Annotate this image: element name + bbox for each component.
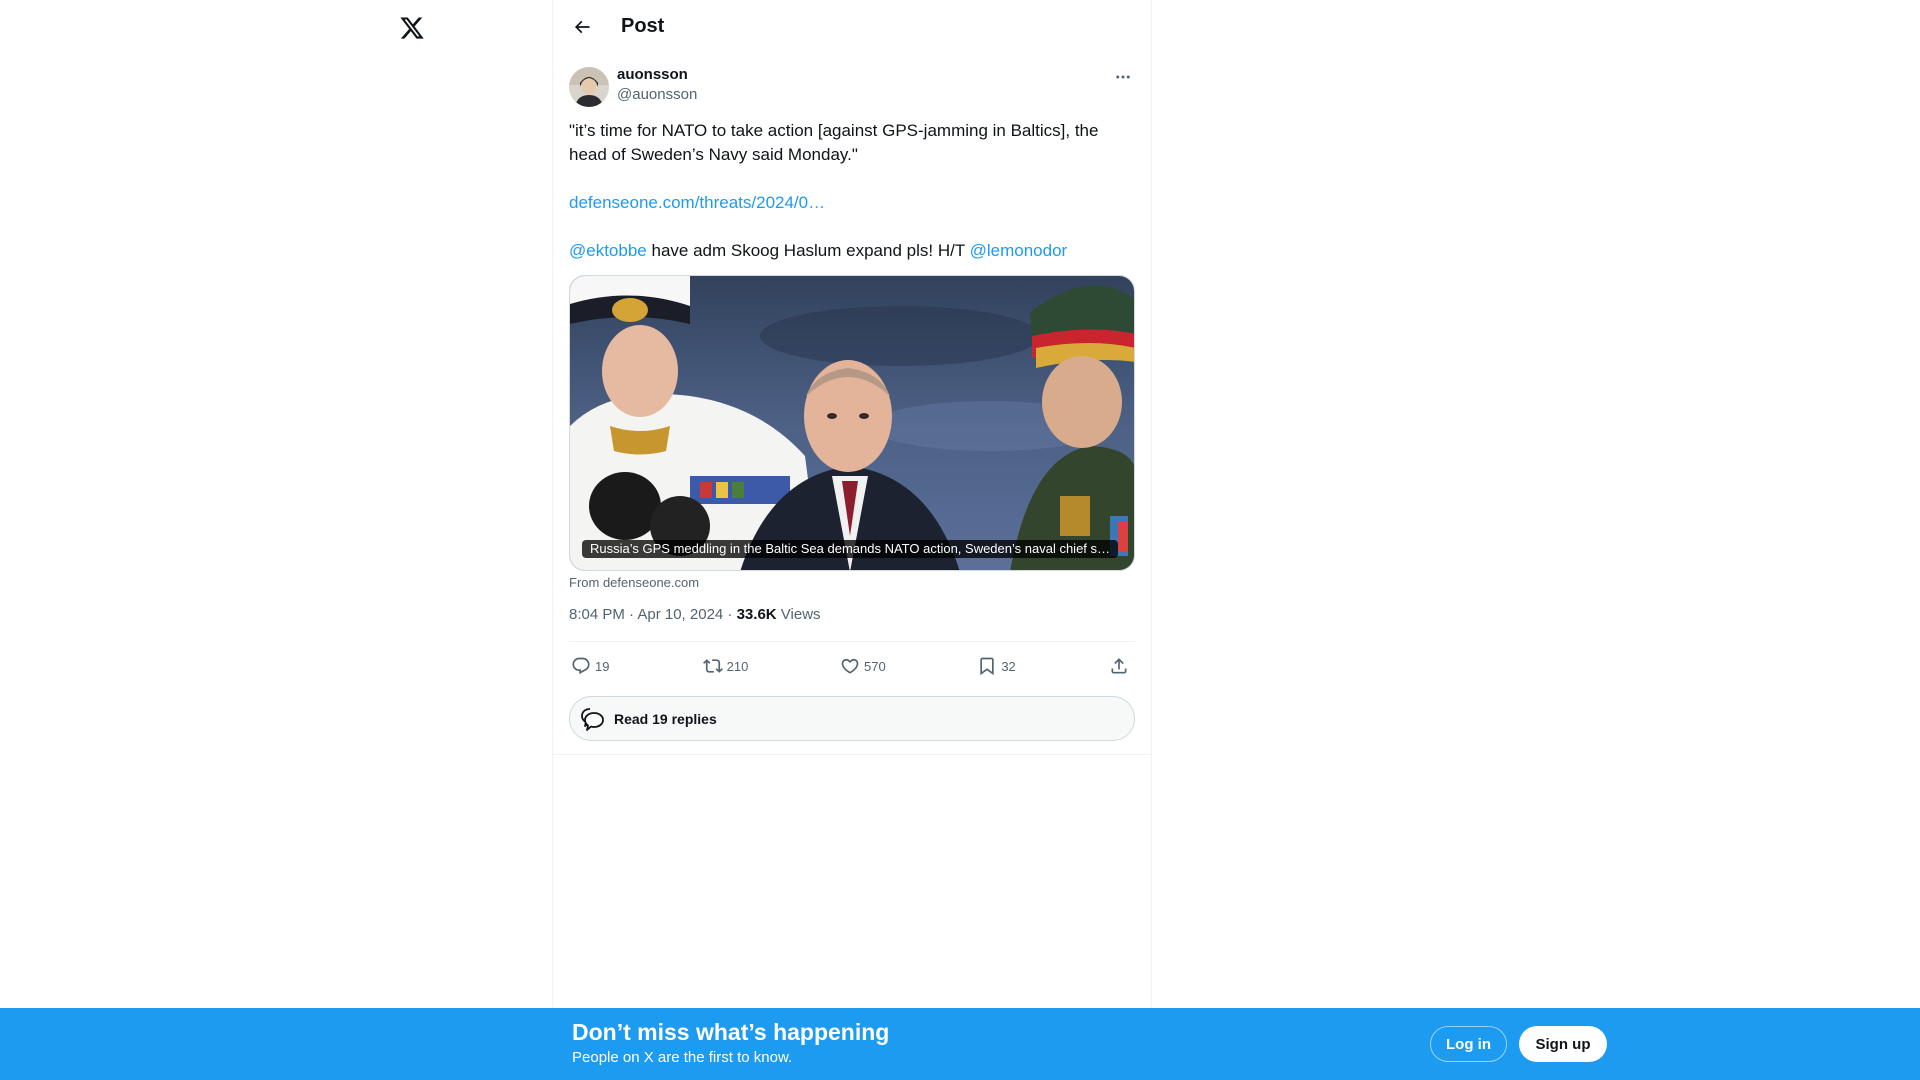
reply-count: 19: [595, 658, 610, 674]
repost-count: 210: [726, 658, 749, 674]
view-count: 33.6K: [736, 606, 777, 623]
post-timestamp[interactable]: 8:04 PM · Apr 10, 2024 ·: [569, 606, 737, 623]
header: Post: [553, 0, 1151, 53]
like-button[interactable]: 570: [840, 656, 886, 676]
card-source-prefix: From: [569, 575, 603, 590]
avatar[interactable]: [569, 67, 609, 107]
author-handle[interactable]: @auonsson: [617, 85, 697, 105]
signup-banner: Don’t miss what’s happening People on X …: [0, 1008, 1920, 1080]
banner-title: Don’t miss what’s happening: [572, 1019, 890, 1045]
login-button[interactable]: Log in: [1430, 1026, 1507, 1062]
page-title: Post: [621, 15, 665, 37]
repost-icon: [702, 659, 723, 673]
signup-button[interactable]: Sign up: [1519, 1026, 1607, 1062]
more-options-button[interactable]: [1109, 63, 1137, 91]
read-replies-label: Read 19 replies: [614, 710, 717, 727]
more-dots-icon: [1116, 75, 1130, 79]
card-source-domain[interactable]: defenseone.com: [603, 575, 699, 590]
divider: [553, 754, 1153, 755]
bookmark-count: 32: [1001, 658, 1016, 674]
conversation-icon: [581, 707, 604, 731]
post-column: Post auonsson @auonsson "it’s time for N…: [552, 0, 1153, 1010]
action-bar: 19 210 570 32: [569, 642, 1135, 690]
bookmark-button[interactable]: 32: [977, 656, 1017, 676]
mention-lemonodor[interactable]: @lemonodor: [970, 241, 1068, 260]
banner-subtitle: People on X are the first to know.: [572, 1049, 793, 1066]
bookmark-icon: [980, 657, 994, 676]
post: auonsson @auonsson "it’s time for NATO t…: [553, 53, 1151, 741]
mention-ektobbe[interactable]: @ektobbe: [569, 241, 647, 260]
article-image: [570, 276, 1134, 570]
post-meta: 8:04 PM · Apr 10, 2024 · 33.6K Views: [569, 605, 1135, 625]
view-label: Views: [776, 606, 821, 623]
post-link[interactable]: defenseone.com/threats/2024/0…: [569, 193, 825, 212]
reply-button[interactable]: 19: [571, 656, 611, 676]
heart-icon: [841, 658, 859, 674]
arrow-left-icon: [574, 20, 590, 33]
share-icon: [1111, 658, 1127, 674]
reply-icon: [572, 657, 590, 675]
like-count: 570: [863, 658, 886, 674]
repost-button[interactable]: 210: [702, 656, 749, 676]
post-text: "it’s time for NATO to take action [agai…: [569, 119, 1135, 263]
post-text-middle: have adm Skoog Haslum expand pls! H/T: [646, 241, 970, 260]
back-button[interactable]: [565, 10, 599, 44]
link-preview-card[interactable]: Russia’s GPS meddling in the Baltic Sea …: [569, 275, 1135, 571]
author-row: auonsson @auonsson: [569, 65, 1135, 109]
author-display-name[interactable]: auonsson: [617, 65, 697, 85]
card-source: From defenseone.com: [569, 575, 1135, 591]
read-replies-button[interactable]: Read 19 replies: [569, 696, 1135, 741]
post-quote: "it’s time for NATO to take action [agai…: [569, 121, 1104, 164]
x-logo-icon[interactable]: [396, 12, 428, 44]
share-button[interactable]: [1109, 656, 1133, 676]
card-caption: Russia’s GPS meddling in the Baltic Sea …: [582, 540, 1119, 558]
